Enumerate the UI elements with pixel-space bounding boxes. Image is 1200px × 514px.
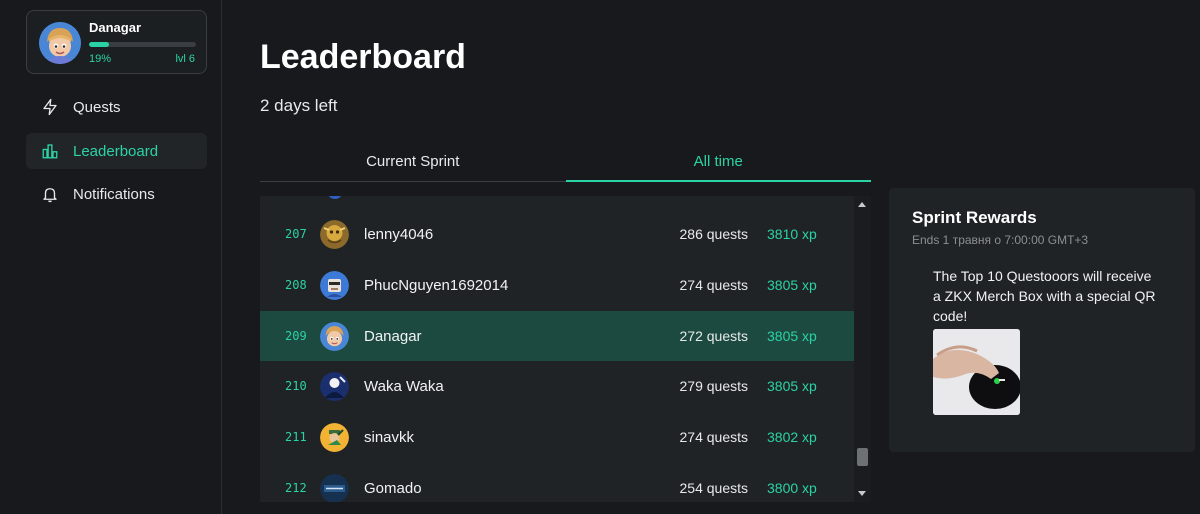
quest-count: 279 quests xyxy=(679,378,749,394)
tab-all-time[interactable]: All time xyxy=(565,146,872,182)
sidebar-item-label: Leaderboard xyxy=(73,142,159,160)
rewards-title: Sprint Rewards xyxy=(912,208,1037,227)
scroll-down-arrow-icon[interactable] xyxy=(858,491,866,496)
xp-value: 3802 xp xyxy=(767,429,817,445)
avatar xyxy=(328,196,342,199)
username: Danagar xyxy=(364,327,422,345)
leaderboard-rows: 207 lenny4046 286 quests 3810 xp 208 Phu… xyxy=(260,196,854,502)
rank: 210 xyxy=(285,379,307,393)
scroll-up-arrow-icon[interactable] xyxy=(858,202,866,207)
merch-box-image xyxy=(933,329,1020,415)
tab-current-sprint[interactable]: Current Sprint xyxy=(260,146,566,181)
username: sinavkk xyxy=(364,428,415,446)
bar-chart-icon xyxy=(40,141,60,161)
avatar xyxy=(320,219,349,249)
quest-count: 272 quests xyxy=(679,328,749,344)
table-row[interactable]: 211 sinavkk 274 quests 3802 xp xyxy=(260,412,854,462)
lightning-icon xyxy=(40,97,60,117)
username: PhucNguyen1692014 xyxy=(364,276,509,294)
username: Waka Waka xyxy=(364,377,444,395)
page-title: Leaderboard xyxy=(260,38,466,76)
leaderboard-tabs: Current Sprint All time xyxy=(260,146,871,182)
xp-value: 3810 xp xyxy=(767,226,817,242)
scrollbar[interactable] xyxy=(854,196,871,502)
sprint-rewards-card: Sprint Rewards Ends 1 травня о 7:00:00 G… xyxy=(889,188,1195,452)
quest-count: 274 quests xyxy=(679,277,749,293)
scroll-thumb[interactable] xyxy=(857,448,868,466)
username: lenny4046 xyxy=(364,225,434,243)
table-row[interactable]: 208 PhucNguyen1692014 274 quests 3805 xp xyxy=(260,260,854,310)
sidebar-item-quests[interactable]: Quests xyxy=(26,89,207,125)
quest-count: 286 quests xyxy=(679,226,749,242)
table-row[interactable]: 212 Gomado 254 quests 3800 xp xyxy=(260,463,854,502)
quest-count: 274 quests xyxy=(679,429,749,445)
sidebar-item-leaderboard[interactable]: Leaderboard xyxy=(26,133,207,169)
progress-percent: 19% xyxy=(89,53,112,65)
sidebar-item-label: Notifications xyxy=(73,185,155,203)
xp-value: 3805 xp xyxy=(767,378,817,394)
rank: 208 xyxy=(285,278,307,292)
sidebar-item-notifications[interactable]: Notifications xyxy=(26,176,207,212)
level-progress-fill xyxy=(89,42,110,47)
rank: 209 xyxy=(285,329,307,343)
sidebar: Danagar 19% lvl 6 Quests Leaderboard Not… xyxy=(0,0,222,514)
rewards-description: The Top 10 Questooors will receive a ZKX… xyxy=(933,268,1156,324)
quest-count: 254 quests xyxy=(679,480,749,496)
level-progress-bar xyxy=(89,42,196,47)
rank: 212 xyxy=(285,481,307,495)
avatar xyxy=(320,270,349,300)
rank: 211 xyxy=(285,430,307,444)
avatar xyxy=(320,321,349,351)
xp-value: 3800 xp xyxy=(767,480,817,496)
table-row-current-user[interactable]: 209 Danagar 272 quests 3805 xp xyxy=(260,311,854,361)
rank: 207 xyxy=(285,227,307,241)
sidebar-item-label: Quests xyxy=(73,98,121,116)
avatar xyxy=(320,473,349,502)
leaderboard-list[interactable]: 207 lenny4046 286 quests 3810 xp 208 Phu… xyxy=(260,196,871,502)
profile-name: Danagar xyxy=(89,20,142,35)
avatar xyxy=(320,371,349,401)
bell-icon xyxy=(40,184,60,204)
days-left: 2 days left xyxy=(260,96,338,115)
rewards-end-date: Ends 1 травня о 7:00:00 GMT+3 xyxy=(912,233,1089,247)
avatar xyxy=(39,22,81,64)
table-row[interactable]: 207 lenny4046 286 quests 3810 xp xyxy=(260,209,854,259)
level-label: lvl 6 xyxy=(175,53,195,65)
xp-value: 3805 xp xyxy=(767,277,817,293)
profile-card[interactable]: Danagar 19% lvl 6 xyxy=(26,10,207,74)
xp-value: 3805 xp xyxy=(767,328,817,344)
table-row[interactable]: 210 Waka Waka 279 quests 3805 xp xyxy=(260,361,854,411)
username: Gomado xyxy=(364,479,422,497)
avatar xyxy=(320,422,349,452)
